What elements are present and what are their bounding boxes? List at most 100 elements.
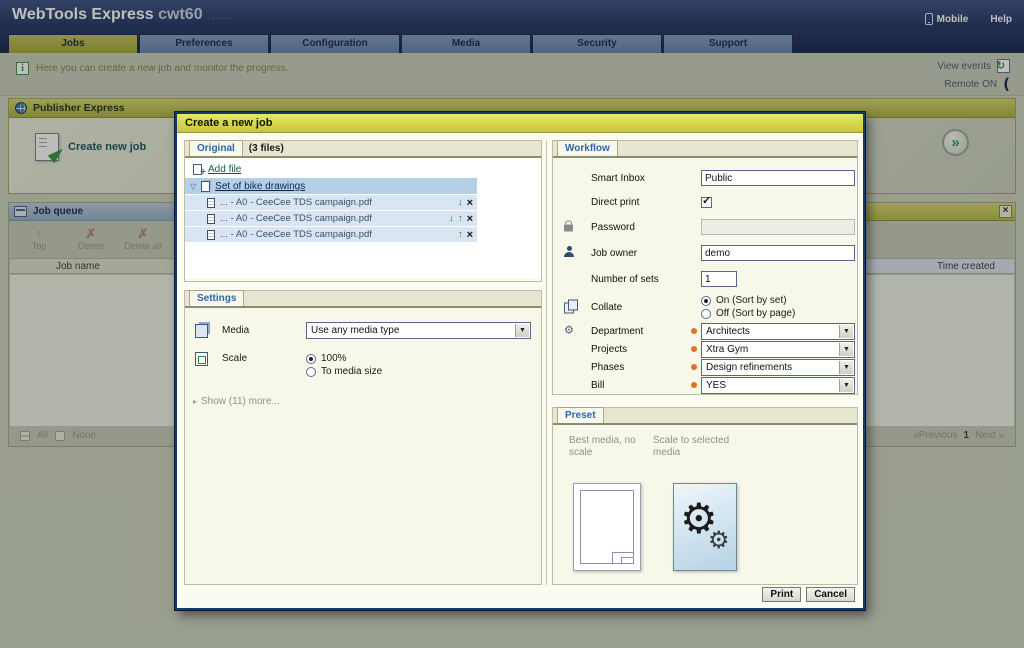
media-row: Media Use any media type ▼ bbox=[195, 322, 531, 339]
move-down-icon[interactable]: ↓ bbox=[458, 198, 463, 208]
scale-row: Scale 100% To media size bbox=[195, 352, 382, 378]
settings-section: Settings Media Use any media type ▼ Scal… bbox=[184, 290, 542, 585]
preset-option2-label: Scale to selected media bbox=[653, 435, 731, 459]
dropdown-arrow-icon: ▼ bbox=[839, 325, 853, 338]
scale-100-label: 100% bbox=[321, 353, 347, 364]
collapse-triangle-icon[interactable]: ▽ bbox=[190, 182, 196, 191]
department-label: Department bbox=[591, 326, 643, 337]
direct-print-label: Direct print bbox=[591, 197, 639, 208]
dropdown-arrow-icon: ▼ bbox=[839, 343, 853, 356]
add-file-link[interactable]: Add file bbox=[208, 164, 241, 175]
preset-tab: Preset bbox=[557, 407, 604, 423]
projects-select-value: Xtra Gym bbox=[706, 344, 748, 355]
move-up-icon[interactable]: ↑ bbox=[458, 214, 463, 224]
media-label: Media bbox=[222, 325, 306, 336]
direct-print-field: Direct print ✓ bbox=[553, 190, 857, 214]
file-controls: ↓ ↑ × bbox=[449, 214, 473, 224]
phases-select-value: Design refinements bbox=[706, 362, 792, 373]
file-controls: ↓ × bbox=[458, 198, 473, 208]
scale-icon bbox=[195, 352, 208, 366]
radio-icon bbox=[701, 309, 711, 319]
required-dot bbox=[691, 364, 697, 370]
phases-select[interactable]: Design refinements ▼ bbox=[701, 359, 855, 376]
workflow-tab: Workflow bbox=[557, 140, 618, 156]
original-file-count: (3 files) bbox=[249, 143, 284, 154]
document-icon bbox=[207, 230, 215, 240]
dialog-title: Create a new job bbox=[177, 114, 863, 133]
workflow-section: Workflow Smart Inbox Direct print ✓ bbox=[552, 140, 858, 395]
move-down-icon[interactable]: ↓ bbox=[449, 214, 454, 224]
settings-header-band: Settings bbox=[185, 291, 541, 308]
file-row: ... - A0 - CeeCee TDS campaign.pdf ↑ × bbox=[185, 227, 477, 242]
smart-inbox-input[interactable] bbox=[701, 170, 855, 186]
bill-field: Bill YES ▼ bbox=[553, 376, 857, 394]
collate-icon bbox=[564, 300, 576, 315]
workflow-header-band: Workflow bbox=[553, 141, 857, 158]
remove-file-icon[interactable]: × bbox=[467, 230, 473, 240]
scale-100-option[interactable]: 100% bbox=[306, 352, 382, 365]
document-set-icon bbox=[201, 181, 210, 192]
bill-select[interactable]: YES ▼ bbox=[701, 377, 855, 394]
print-button[interactable]: Print bbox=[762, 587, 801, 602]
file-name: ... - A0 - CeeCee TDS campaign.pdf bbox=[220, 197, 372, 208]
number-of-sets-label: Number of sets bbox=[591, 274, 659, 285]
show-more-link[interactable]: ▸ Show (11) more... bbox=[193, 396, 280, 407]
add-file-icon bbox=[193, 164, 202, 175]
radio-icon bbox=[306, 367, 316, 377]
media-select-value: Use any media type bbox=[311, 325, 399, 336]
required-dot bbox=[691, 382, 697, 388]
collate-label: Collate bbox=[591, 302, 622, 313]
radio-selected-icon bbox=[306, 354, 316, 364]
preset-best-media-thumbnail[interactable] bbox=[573, 483, 641, 571]
remove-file-icon[interactable]: × bbox=[467, 198, 473, 208]
file-set-row: ▽ Set of bike drawings bbox=[185, 178, 477, 194]
password-label: Password bbox=[591, 222, 635, 233]
check-icon: ✓ bbox=[702, 196, 711, 207]
original-header-band: Original (3 files) bbox=[185, 141, 541, 158]
preset-body: Best media, no scale Scale to selected m… bbox=[553, 425, 857, 582]
media-select[interactable]: Use any media type ▼ bbox=[306, 322, 531, 339]
file-set-link[interactable]: Set of bike drawings bbox=[215, 181, 305, 192]
screen: WebTools Express cwt60 ...... Mobile Hel… bbox=[0, 0, 1024, 648]
dropdown-arrow-icon: ▼ bbox=[515, 324, 529, 337]
gear-icon: ⚙ bbox=[708, 528, 730, 552]
collate-on-label: On (Sort by set) bbox=[716, 295, 787, 306]
smart-inbox-label: Smart Inbox bbox=[591, 173, 645, 184]
job-owner-label: Job owner bbox=[591, 248, 637, 259]
preset-scale-thumbnail-selected[interactable]: ⚙ ⚙ bbox=[673, 483, 737, 571]
title-block-inner-icon bbox=[621, 557, 634, 564]
show-more-label: Show (11) more... bbox=[201, 396, 280, 407]
scale-fit-label: To media size bbox=[321, 366, 382, 377]
collate-on-option[interactable]: On (Sort by set) bbox=[701, 294, 795, 307]
dropdown-arrow-icon: ▼ bbox=[839, 379, 853, 392]
dropdown-arrow-icon: ▼ bbox=[839, 361, 853, 374]
preset-section: Preset Best media, no scale Scale to sel… bbox=[552, 407, 858, 585]
remove-file-icon[interactable]: × bbox=[467, 214, 473, 224]
cancel-button[interactable]: Cancel bbox=[806, 587, 855, 602]
direct-print-checkbox[interactable]: ✓ bbox=[701, 197, 712, 208]
job-owner-input[interactable] bbox=[701, 245, 855, 261]
move-up-icon[interactable]: ↑ bbox=[458, 230, 463, 240]
projects-select[interactable]: Xtra Gym ▼ bbox=[701, 341, 855, 358]
smart-inbox-field: Smart Inbox bbox=[553, 166, 857, 190]
file-name: ... - A0 - CeeCee TDS campaign.pdf bbox=[220, 229, 372, 240]
number-of-sets-input[interactable] bbox=[701, 271, 737, 287]
lock-icon bbox=[564, 220, 573, 235]
collate-off-option[interactable]: Off (Sort by page) bbox=[701, 307, 795, 320]
job-owner-field: Job owner bbox=[553, 240, 857, 266]
file-controls: ↑ × bbox=[458, 230, 473, 240]
document-icon bbox=[207, 214, 215, 224]
file-list: Add file ▽ Set of bike drawings ... - A0… bbox=[185, 160, 477, 242]
person-icon bbox=[564, 246, 574, 260]
radio-selected-icon bbox=[701, 296, 711, 306]
scale-fit-option[interactable]: To media size bbox=[306, 365, 382, 378]
collate-options: On (Sort by set) Off (Sort by page) bbox=[701, 294, 795, 320]
create-job-dialog: Create a new job Original (3 files) Add … bbox=[175, 112, 865, 610]
add-file-row: Add file bbox=[185, 160, 477, 178]
file-row: ... - A0 - CeeCee TDS campaign.pdf ↓ × bbox=[185, 195, 477, 210]
dialog-buttons: Print Cancel bbox=[762, 587, 855, 602]
department-select[interactable]: Architects ▼ bbox=[701, 323, 855, 340]
department-select-value: Architects bbox=[706, 326, 750, 337]
settings-tab: Settings bbox=[189, 290, 244, 306]
phases-label: Phases bbox=[591, 362, 624, 373]
